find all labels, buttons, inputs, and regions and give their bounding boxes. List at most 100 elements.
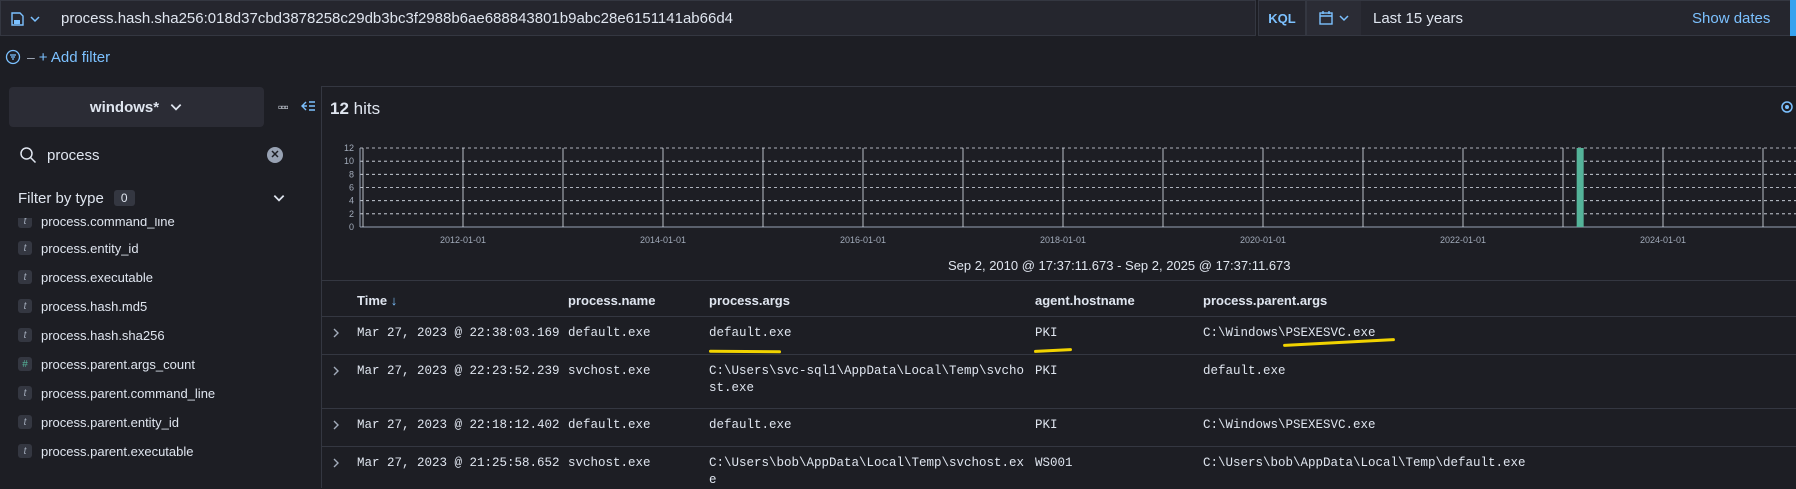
column-header-agent-hostname[interactable]: agent.hostname	[1035, 293, 1135, 308]
table-cell-name: svchost.exe	[568, 364, 651, 378]
chart-settings-icon[interactable]	[1780, 100, 1794, 114]
x-tick-label: 2012-01-01	[440, 235, 486, 245]
table-top-divider	[321, 280, 1796, 281]
table-cell-name: svchost.exe	[568, 456, 651, 470]
table-cell-args: default.exe	[709, 326, 792, 340]
column-header-process-parent-args[interactable]: process.parent.args	[1203, 293, 1327, 308]
x-tick-label: 2018-01-01	[1040, 235, 1086, 245]
field-name: process.command_line	[41, 218, 175, 229]
expand-row-icon[interactable]	[330, 419, 342, 431]
expand-row-icon[interactable]	[330, 457, 342, 469]
column-header-time[interactable]: Time ↓	[357, 293, 397, 308]
date-picker: Last 15 years Show dates	[1306, 0, 1794, 36]
separator-dash: –	[27, 49, 35, 65]
save-icon	[11, 12, 24, 26]
x-tick-label: 2020-01-01	[1240, 235, 1286, 245]
histogram-bar[interactable]	[1576, 148, 1584, 227]
date-range-text[interactable]: Last 15 years	[1373, 10, 1463, 27]
table-cell-parent-args: default.exe	[1203, 364, 1286, 378]
field-item[interactable]: t process.parent.entity_id	[18, 411, 179, 433]
filter-bar: – + Add filter	[0, 44, 300, 70]
index-pattern-selector[interactable]: windows*	[9, 87, 264, 127]
field-item[interactable]: t process.parent.executable	[18, 440, 193, 462]
field-list: t process.command_line t process.entity_id t…	[0, 218, 320, 488]
field-name: process.hash.sha256	[41, 327, 165, 343]
field-type-icon: #	[18, 357, 32, 371]
table-cell-args: C:\Users\bob\AppData\Local\Temp\svchost.…	[709, 456, 1025, 487]
clear-search-icon[interactable]: ✕	[267, 147, 283, 163]
field-name: process.entity_id	[41, 240, 139, 256]
field-name: process.executable	[41, 269, 154, 285]
add-filter-button[interactable]: + Add filter	[39, 49, 110, 66]
expand-row-icon[interactable]	[330, 365, 342, 377]
y-tick-label: 12	[344, 143, 354, 153]
table-cell-name: default.exe	[568, 326, 651, 340]
field-search: ✕	[9, 140, 289, 170]
table-cell-host: PKI	[1035, 418, 1058, 432]
table-cell-name: default.exe	[568, 418, 651, 432]
row-divider	[321, 446, 1796, 447]
query-text[interactable]: process.hash.sha256:018d37cbd3878258c29d…	[61, 10, 733, 27]
table-cell-host: PKI	[1035, 364, 1058, 378]
field-name: process.parent.command_line	[41, 385, 216, 401]
filter-options-icon[interactable]	[5, 49, 21, 65]
field-type-icon: t	[18, 386, 32, 400]
field-type-icon: t	[18, 328, 32, 342]
field-item[interactable]: t process.executable	[18, 266, 153, 288]
collapse-sidebar-icon[interactable]	[300, 98, 316, 114]
field-name: process.parent.entity_id	[41, 414, 180, 430]
field-type-icon: t	[18, 444, 32, 458]
calendar-icon	[1319, 11, 1333, 25]
row-divider	[321, 354, 1796, 355]
quick-select-button[interactable]	[1307, 1, 1361, 35]
chevron-down-icon	[273, 195, 285, 202]
more-options-icon[interactable]: ▫▫▫	[278, 100, 289, 114]
table-cell-parent-args: C:\Windows\PSEXESVC.exe	[1203, 418, 1376, 432]
table-cell-time: Mar 27, 2023 @ 22:18:12.402	[357, 418, 560, 432]
highlight-mark	[708, 349, 782, 354]
show-dates-link[interactable]: Show dates	[1692, 10, 1770, 27]
filter-by-type-toggle[interactable]: Filter by type 0	[18, 186, 290, 210]
expand-row-icon[interactable]	[330, 327, 342, 339]
table-cell-time: Mar 27, 2023 @ 22:23:52.239	[357, 364, 560, 378]
index-pattern-label: windows*	[89, 98, 160, 116]
x-tick-label: 2016-01-01	[840, 235, 886, 245]
hit-count: 12 hits	[330, 99, 380, 119]
query-language-button[interactable]: KQL	[1258, 0, 1306, 36]
y-tick-label: 0	[349, 222, 354, 232]
chevron-down-icon	[30, 16, 40, 23]
column-header-process-args[interactable]: process.args	[709, 293, 790, 308]
table-header-divider	[321, 316, 1796, 317]
table-cell-time: Mar 27, 2023 @ 22:38:03.169	[357, 326, 560, 340]
filter-by-type-label: Filter by type	[18, 189, 104, 207]
field-item[interactable]: t process.command_line	[18, 218, 175, 232]
field-search-input[interactable]	[47, 144, 247, 166]
table-cell-args: C:\Users\svc-sql1\AppData\Local\Temp\svc…	[709, 364, 1025, 395]
field-type-icon: t	[18, 299, 32, 313]
y-tick-label: 10	[344, 156, 354, 166]
update-button[interactable]	[1790, 0, 1796, 36]
query-input-box[interactable]: process.hash.sha256:018d37cbd3878258c29d…	[0, 0, 1256, 36]
y-tick-label: 4	[349, 196, 354, 206]
field-item[interactable]: t process.hash.sha256	[18, 324, 165, 346]
table-cell-parent-args: C:\Users\bob\AppData\Local\Temp\default.…	[1203, 456, 1526, 470]
field-name: process.parent.args_count	[41, 356, 195, 372]
sort-arrow-icon[interactable]: ↓	[391, 293, 398, 308]
time-range-label: Sep 2, 2010 @ 17:37:11.673 - Sep 2, 2025…	[948, 258, 1291, 273]
y-tick-label: 6	[349, 183, 354, 193]
hits-label: hits	[353, 99, 381, 118]
column-header-process-name[interactable]: process.name	[568, 293, 655, 308]
field-item[interactable]: t process.parent.command_line	[18, 382, 215, 404]
table-cell-host: PKI	[1035, 326, 1058, 340]
x-tick-label: 2024-01-01	[1640, 235, 1686, 245]
y-tick-label: 8	[349, 169, 354, 179]
field-type-icon: t	[18, 270, 32, 284]
table-cell-host: WS001	[1035, 456, 1073, 470]
field-item[interactable]: t process.entity_id	[18, 237, 139, 259]
saved-query-button[interactable]	[5, 7, 51, 31]
chevron-down-icon	[1339, 15, 1349, 22]
table-cell-args: default.exe	[709, 418, 792, 432]
field-item[interactable]: # process.parent.args_count	[18, 353, 195, 375]
field-item[interactable]: t process.hash.md5	[18, 295, 147, 317]
filter-count-badge: 0	[113, 190, 135, 206]
